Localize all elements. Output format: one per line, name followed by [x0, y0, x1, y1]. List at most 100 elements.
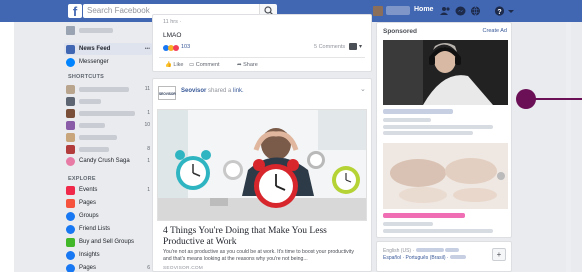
language-links[interactable]: Español · Português (Brasil) · [383, 255, 450, 261]
seovisor-logo[interactable]: SEOVISOR [158, 86, 176, 100]
profile-name-blurred [79, 28, 113, 33]
share-button[interactable]: ➦ Share [237, 62, 258, 68]
commenter-avatar[interactable] [349, 43, 357, 50]
feed-post: 11 hrs · LMAO 103 5 Comments ▾ 👍 Like ▭ … [152, 14, 372, 72]
shortcut-count: 8 [147, 146, 150, 152]
ad-text-blurred [383, 131, 473, 135]
language-box: English (US) · Español · Português (Bras… [376, 241, 512, 272]
profile-shortcut[interactable] [66, 25, 152, 35]
sidebar-item-insights[interactable]: Insights [66, 250, 152, 260]
post-header: Seovisor shared a link. [181, 88, 244, 94]
explore-heading: EXPLORE [68, 176, 96, 182]
link-headline[interactable]: 4 Things You're Doing that Make You Less… [163, 226, 363, 247]
friends-icon[interactable] [440, 6, 451, 16]
calendar-icon [66, 186, 75, 195]
create-ad-link[interactable]: Create Ad [483, 28, 507, 34]
page-name-link[interactable]: Seovisor [181, 88, 206, 94]
sidebar-item-label: Pages [79, 200, 97, 206]
current-language: English (US) · [383, 248, 416, 254]
shortcut-count: 1 [147, 158, 150, 164]
sidebar-item-label: Buy and Sell Groups [79, 239, 135, 245]
profile-name-blurred[interactable] [386, 6, 410, 15]
shortcut-item[interactable]: 8 [66, 144, 152, 154]
shortcut-item[interactable] [66, 96, 152, 106]
language-link-blurred[interactable] [449, 255, 466, 259]
shortcut-item[interactable]: 11 [66, 84, 152, 94]
shortcut-name-blurred [79, 111, 135, 116]
ad-url-blurred [383, 222, 433, 226]
caret-down-icon[interactable]: ▾ [359, 43, 362, 50]
sidebar-item-buy-sell[interactable]: Buy and Sell Groups [66, 237, 152, 247]
ad-title-blurred[interactable] [383, 213, 465, 218]
link-domain[interactable]: SEOVISOR.COM [163, 266, 203, 271]
like-button[interactable]: 👍 Like [165, 62, 183, 68]
add-language-button[interactable]: + [492, 248, 506, 261]
language-list: English (US) · Español · Português (Bras… [383, 248, 483, 262]
shortcut-count: 10 [144, 122, 150, 128]
shortcut-item[interactable]: 10 [66, 120, 152, 130]
sidebar-item-label: Insights [79, 252, 100, 258]
sidebar-item-friend-lists[interactable]: Friend Lists [66, 224, 152, 234]
facebook-logo[interactable]: f [68, 4, 82, 19]
sidebar-item-groups[interactable]: Groups [66, 211, 152, 221]
sidebar-item-events[interactable]: Events 1 [66, 185, 152, 195]
ad-url-blurred [383, 118, 431, 122]
shortcut-item[interactable]: 1 [66, 108, 152, 118]
sponsored-heading: Sponsored [383, 28, 417, 35]
sidebar-item-pages[interactable]: Pages [66, 198, 152, 208]
sidebar-item-news-feed[interactable]: News Feed ••• [66, 44, 152, 54]
comment-button[interactable]: ▭ Comment [189, 62, 220, 68]
shortcut-thumbnail [66, 145, 75, 154]
shortcut-item[interactable] [66, 132, 152, 142]
pages-icon [66, 264, 75, 272]
caret-down-icon[interactable] [507, 6, 515, 16]
globe-icon[interactable] [470, 6, 481, 16]
events-count: 1 [147, 187, 150, 193]
annotation-connector-line [535, 98, 582, 100]
language-link-blurred[interactable] [415, 248, 444, 252]
sidebar-item-label: Candy Crush Saga [79, 158, 130, 164]
share-label: Share [243, 62, 258, 68]
help-icon[interactable]: ? [494, 6, 505, 16]
more-options-icon[interactable]: ••• [145, 45, 150, 54]
sidebar-item-label: Groups [79, 213, 99, 219]
shortcut-thumbnail [66, 133, 75, 142]
profile-avatar[interactable] [373, 6, 383, 16]
post-timestamp[interactable]: 11 hrs · [163, 19, 181, 25]
shortcut-thumbnail [66, 121, 75, 130]
sidebar-item-label: News Feed [79, 46, 111, 52]
home-link[interactable]: Home [414, 6, 433, 13]
ad-title-blurred[interactable] [383, 109, 453, 114]
language-link-blurred[interactable] [444, 248, 459, 252]
shortcut-count: 1 [147, 110, 150, 116]
scrollbar[interactable] [566, 22, 571, 272]
ad-image-headphones[interactable] [383, 40, 508, 105]
news-feed-icon [66, 45, 75, 54]
link-preview-image[interactable] [157, 109, 367, 221]
reactions-summary[interactable]: 103 [163, 44, 203, 52]
messenger-icon[interactable] [455, 6, 466, 16]
shortcut-name-blurred [79, 147, 109, 152]
reactions-count[interactable]: 103 [181, 44, 190, 50]
shortcut-thumbnail [66, 97, 75, 106]
friend-lists-icon [66, 225, 75, 234]
woman-headphones-photo [383, 40, 508, 105]
insights-icon [66, 251, 75, 260]
sidebar-item-messenger[interactable]: Messenger [66, 57, 152, 67]
comments-count[interactable]: 5 Comments [314, 44, 345, 50]
shortcut-thumbnail [66, 109, 75, 118]
shortcut-count: 11 [144, 86, 150, 92]
ad-text-blurred [383, 125, 493, 129]
link-word[interactable]: link. [233, 88, 244, 94]
sidebar-item-candy-crush[interactable]: Candy Crush Saga 1 [66, 156, 152, 166]
ad-image-blurred[interactable] [383, 143, 508, 209]
shortcut-thumbnail [66, 85, 75, 94]
shortcut-name-blurred [79, 123, 105, 128]
groups-icon [66, 212, 75, 221]
facebook-window: f Search Facebook Home ? News Feed ••• M… [0, 0, 582, 272]
messenger-icon [66, 58, 75, 67]
post-options-chevron-icon[interactable]: ⌄ [360, 85, 366, 93]
svg-text:?: ? [497, 9, 501, 16]
divider [159, 57, 365, 58]
sidebar-item-pages-2[interactable]: Pages 6 [66, 263, 152, 272]
